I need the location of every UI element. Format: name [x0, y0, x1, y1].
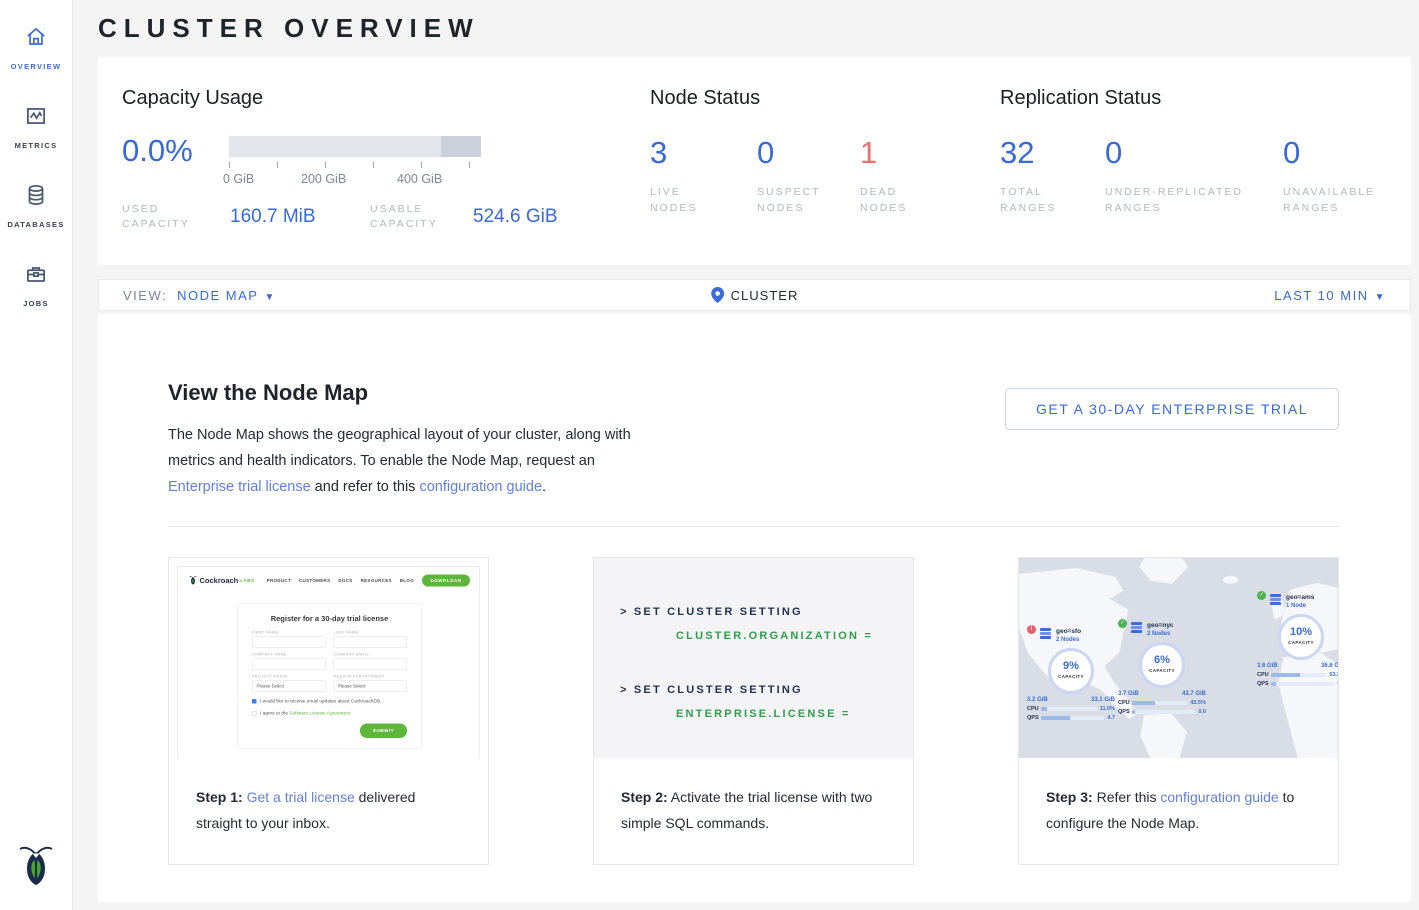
mini-submit-button: SUBMIT	[360, 724, 407, 739]
time-range-dropdown[interactable]: LAST 10 MIN▼	[1274, 288, 1386, 303]
tick-label: 0 GiB	[223, 172, 254, 186]
capacity-gauge-ticks	[229, 162, 481, 169]
sidebar-item-label: METRICS	[15, 141, 58, 150]
chevron-down-icon: ▼	[1375, 292, 1386, 303]
breadcrumb-cluster[interactable]: CLUSTER	[711, 287, 799, 303]
home-icon	[23, 24, 49, 55]
warning-badge-icon: !	[1027, 625, 1036, 634]
usable-capacity-value: 524.6 GiB	[473, 206, 558, 228]
step-1-screenshot: Cockroach LABS PRODUCT CUSTOMERS DOCS RE…	[169, 558, 488, 758]
configuration-guide-link[interactable]: configuration guide	[419, 479, 542, 495]
main-content: CLUSTER OVERVIEW Capacity Usage 0.0% 0 G…	[73, 0, 1419, 902]
check-badge-icon: ✓	[1118, 619, 1127, 628]
used-capacity-label: USEDCAPACITY	[122, 202, 230, 232]
view-label: VIEW:	[123, 288, 167, 303]
node-map-panel: View the Node Map The Node Map shows the…	[98, 314, 1411, 902]
sidebar-item-jobs[interactable]: JOBS	[0, 255, 72, 316]
node-map-title: View the Node Map	[168, 380, 638, 406]
node-stack-icon	[1040, 628, 1052, 640]
tick-label: 400 GiB	[397, 172, 442, 186]
step-2-card: > SET CLUSTER SETTING CLUSTER.ORGANIZATI…	[593, 557, 914, 865]
capacity-gauge-bar	[229, 136, 481, 157]
node-map-description: The Node Map shows the geographical layo…	[168, 422, 638, 500]
configuration-guide-link[interactable]: configuration guide	[1160, 789, 1278, 805]
replication-status-title: Replication Status	[1000, 87, 1411, 110]
capacity-gauge: 9%CAPACITY	[1048, 648, 1094, 694]
capacity-gauge: 6%CAPACITY	[1139, 642, 1185, 688]
mini-nav-item: PRODUCT	[267, 578, 291, 583]
sidebar-item-label: DATABASES	[7, 220, 64, 229]
map-node-nyc: ✓ geo=nyc2 Nodes 6%CAPACITY 3.7 GiB43.7 …	[1118, 622, 1206, 715]
total-ranges-stat: 32 TOTALRANGES	[1000, 136, 1105, 216]
check-badge-icon: ✓	[1257, 591, 1266, 600]
capacity-usage-section: Capacity Usage 0.0% 0 GiB 200 GiB 400 Gi…	[122, 77, 650, 265]
map-node-ams: ✓ geo=ams1 Node 10%CAPACITY 3.6 GiB36.6 …	[1257, 594, 1338, 687]
node-stack-icon	[1270, 594, 1282, 606]
briefcase-icon	[23, 261, 49, 292]
mini-nav-item: CUSTOMERS	[299, 578, 330, 583]
sidebar-item-label: OVERVIEW	[11, 62, 62, 71]
capacity-gauge-dark-segment	[441, 136, 481, 157]
cockroachdb-logo	[18, 843, 54, 894]
step-3-node-map-preview: ! geo=sfo2 Nodes 9%CAPACITY 3.2 GiB33.1 …	[1019, 558, 1338, 758]
dead-nodes-stat: 1 DEADNODES	[860, 136, 907, 216]
step-2-code-sample: > SET CLUSTER SETTING CLUSTER.ORGANIZATI…	[594, 558, 913, 758]
usable-capacity-label: USABLECAPACITY	[370, 202, 473, 232]
view-selector-dropdown[interactable]: NODE MAP▼	[177, 288, 276, 303]
mini-nav-item: DOCS	[338, 578, 352, 583]
unavailable-ranges-stat: 0 UNAVAILABLERANGES	[1283, 136, 1375, 216]
enterprise-trial-license-link[interactable]: Enterprise trial license	[168, 479, 311, 495]
capacity-gauge: 0 GiB 200 GiB 400 GiB	[229, 136, 481, 188]
step-2-caption: Step 2: Activate the trial license with …	[594, 758, 913, 836]
sidebar-item-databases[interactable]: DATABASES	[0, 176, 72, 237]
sidebar-item-overview[interactable]: OVERVIEW	[0, 18, 72, 79]
mini-cockroach-bug-icon	[189, 576, 197, 586]
step-1-card: Cockroach LABS PRODUCT CUSTOMERS DOCS RE…	[168, 557, 489, 865]
capacity-usage-title: Capacity Usage	[122, 87, 650, 110]
map-pin-icon	[711, 287, 724, 303]
get-trial-license-link[interactable]: Get a trial license	[247, 789, 355, 805]
view-bar: VIEW: NODE MAP▼ CLUSTER LAST 10 MIN▼	[98, 279, 1411, 311]
page-title: CLUSTER OVERVIEW	[98, 0, 1411, 57]
capacity-gauge: 10%CAPACITY	[1278, 614, 1324, 660]
step-3-caption: Step 3: Refer this configuration guide t…	[1019, 758, 1338, 836]
sidebar-item-metrics[interactable]: METRICS	[0, 97, 72, 158]
sidebar: OVERVIEW METRICS DATABASES JOBS	[0, 0, 73, 910]
metrics-chart-icon	[23, 103, 49, 134]
live-nodes-stat: 3 LIVENODES	[650, 136, 757, 216]
replication-status-section: Replication Status 32 TOTALRANGES 0 UNDE…	[1000, 77, 1411, 265]
mini-nav-item: BLOG	[400, 578, 414, 583]
mini-register-form: Register for a 30-day trial license FIRS…	[238, 603, 422, 749]
enterprise-trial-button[interactable]: GET A 30-DAY ENTERPRISE TRIAL	[1005, 388, 1339, 430]
suspect-nodes-stat: 0 SUSPECTNODES	[757, 136, 860, 216]
sidebar-item-label: JOBS	[23, 299, 49, 308]
chevron-down-icon: ▼	[264, 292, 275, 303]
used-capacity-value: 160.7 MiB	[230, 206, 370, 228]
mini-download-button: DOWNLOAD	[422, 575, 470, 587]
capacity-gauge-labels: 0 GiB 200 GiB 400 GiB	[229, 172, 481, 188]
node-status-title: Node Status	[650, 87, 1000, 110]
mini-cockroach-brand: Cockroach LABS	[189, 576, 255, 586]
node-status-section: Node Status 3 LIVENODES 0 SUSPECTNODES 1…	[650, 77, 1000, 265]
database-icon	[23, 182, 49, 213]
divider	[168, 526, 1339, 527]
step-3-card: ! geo=sfo2 Nodes 9%CAPACITY 3.2 GiB33.1 …	[1018, 557, 1339, 865]
under-replicated-ranges-stat: 0 UNDER-REPLICATEDRANGES	[1105, 136, 1283, 216]
cluster-summary-panel: Capacity Usage 0.0% 0 GiB 200 GiB 400 Gi…	[98, 57, 1411, 265]
step-1-caption: Step 1: Get a trial license delivered st…	[169, 758, 488, 836]
mini-nav-item: RESOURCES	[361, 578, 392, 583]
node-stack-icon	[1131, 622, 1143, 634]
tick-label: 200 GiB	[301, 172, 346, 186]
map-node-sfo: ! geo=sfo2 Nodes 9%CAPACITY 3.2 GiB33.1 …	[1027, 628, 1115, 721]
capacity-percent: 0.0%	[122, 134, 229, 188]
